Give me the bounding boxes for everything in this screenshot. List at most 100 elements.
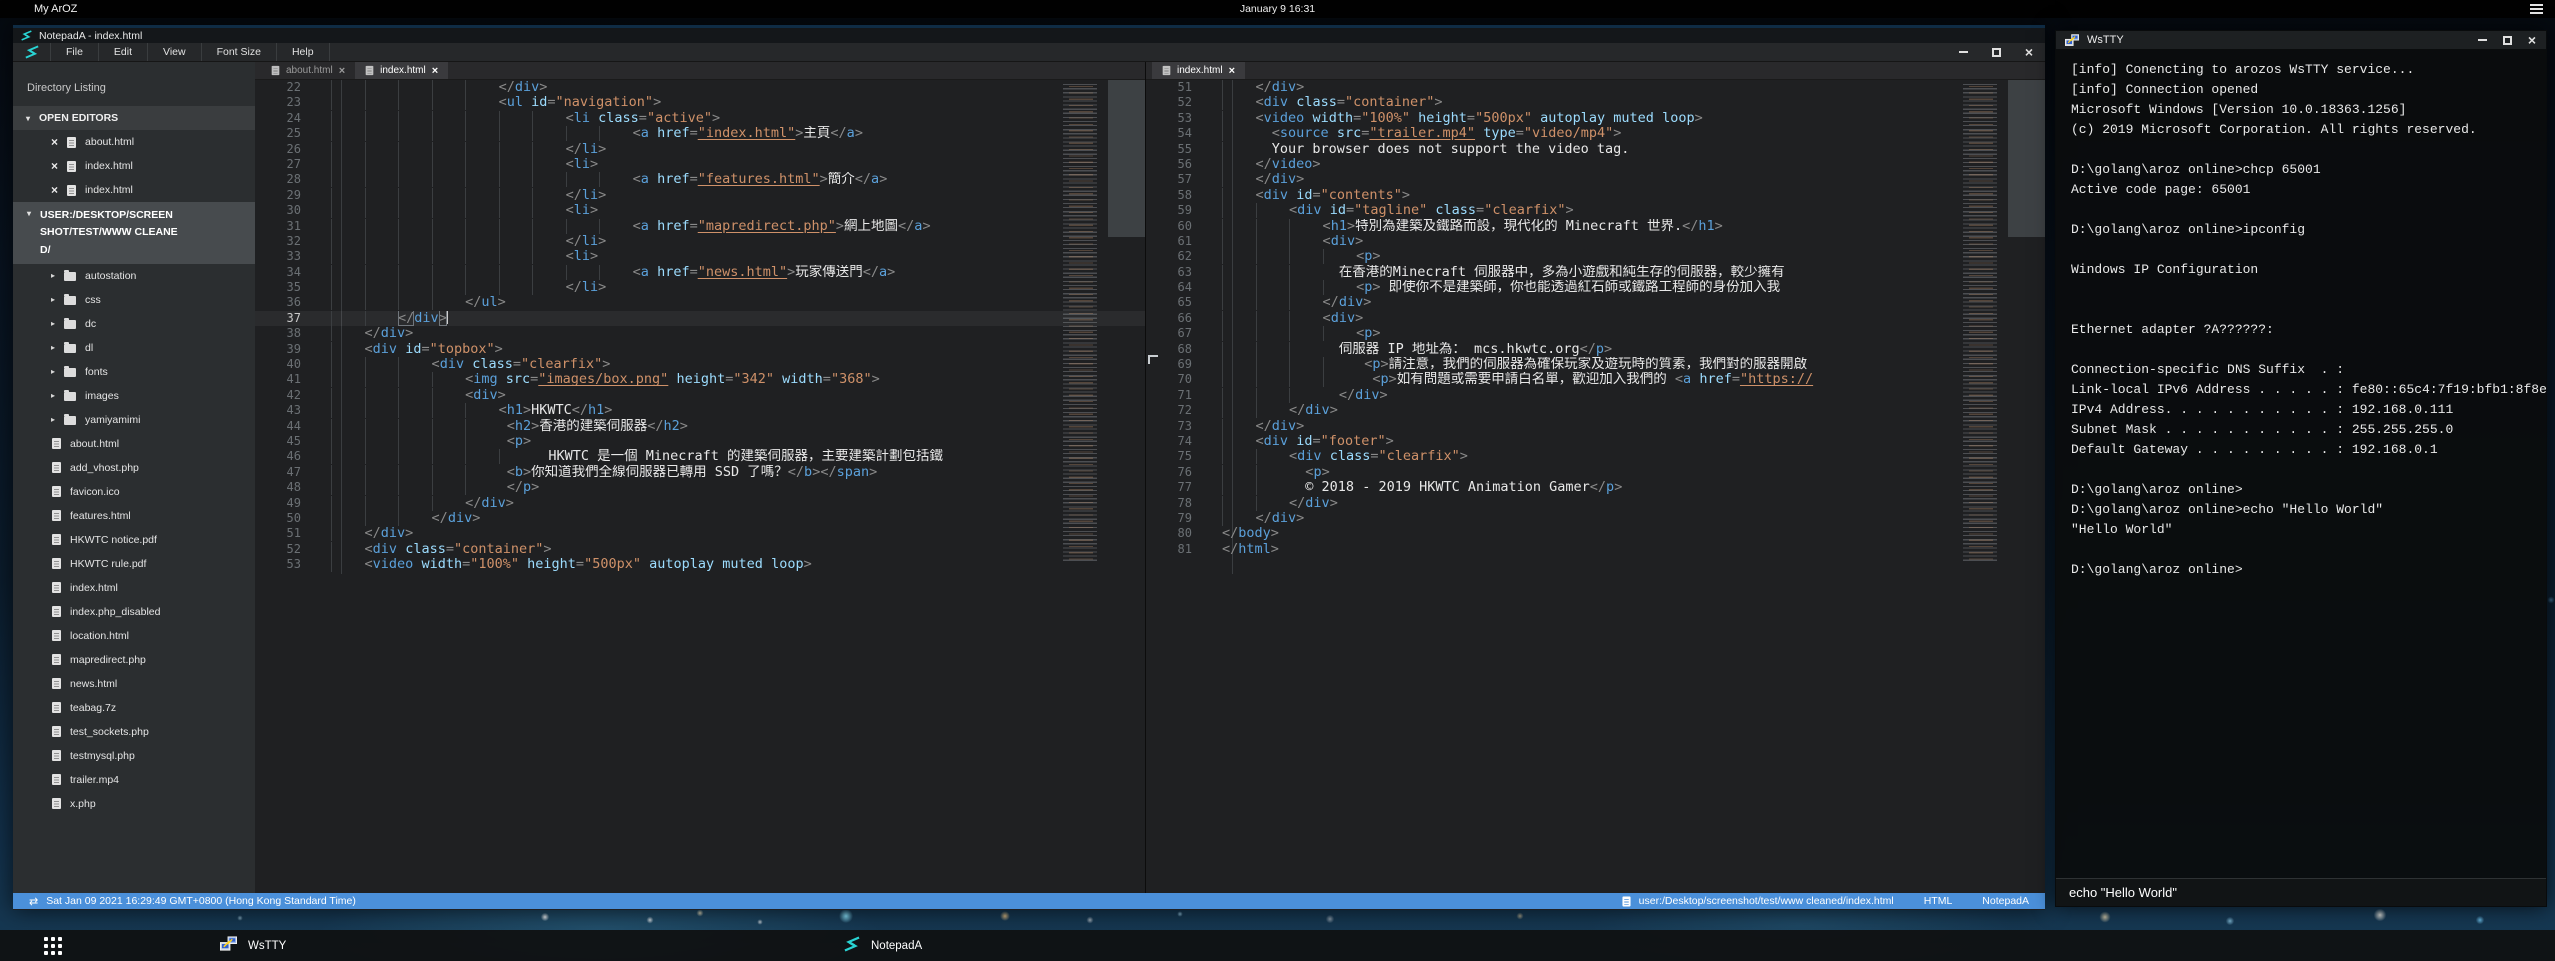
code-line[interactable]: 68 伺服器 IP 地址為： mcs.hkwtc.org</p> [1146, 342, 2045, 357]
menu-font-size[interactable]: Font Size [202, 43, 277, 61]
tab-index.html[interactable]: index.html× [1152, 62, 1245, 79]
close-file-icon[interactable]: × [51, 184, 58, 196]
taskbar-item-wstty[interactable]: WsTTY [206, 930, 300, 961]
notepada-logo-icon[interactable] [13, 43, 51, 61]
maximize-icon[interactable] [1992, 48, 2001, 57]
terminal-output[interactable]: [info] Conencting to arozos WsTTY servic… [2056, 49, 2546, 878]
file-item[interactable]: test_sockets.php [13, 720, 255, 744]
code-line[interactable]: 35 </li> [255, 280, 1145, 295]
folder-item[interactable]: ▸autostation [13, 264, 255, 288]
code-area-right[interactable]: 51 </div>52 <div class="container">53 <v… [1146, 80, 2045, 893]
code-line[interactable]: 51 </div> [1146, 80, 2045, 95]
status-language-mode[interactable]: HTML [1924, 895, 1953, 907]
code-line[interactable]: 61 <div> [1146, 234, 2045, 249]
code-line[interactable]: 43 <h1>HKWTC</h1> [255, 403, 1145, 418]
code-line[interactable]: 52 <div class="container"> [1146, 95, 2045, 110]
minimize-icon[interactable] [1959, 51, 1968, 53]
status-file-path[interactable]: user:/Desktop/screenshot/test/www cleane… [1639, 895, 1894, 907]
close-icon[interactable]: × [2528, 33, 2536, 47]
code-line[interactable]: 64 <p> 即使你不是建築師，你也能透過紅石師或鐵路工程師的身份加入我 [1146, 280, 2045, 295]
tab-about.html[interactable]: about.html× [261, 62, 355, 79]
code-line[interactable]: 53 <video width="100%" height="500px" au… [1146, 111, 2045, 126]
code-line[interactable]: 46 HKWTC 是一個 Minecraft 的建築伺服器，主要建築計劃包括鐵 [255, 449, 1145, 464]
code-line[interactable]: 49 </div> [255, 496, 1145, 511]
code-line[interactable]: 22 </div> [255, 80, 1145, 95]
code-line[interactable]: 33 <li> [255, 249, 1145, 264]
code-line[interactable]: 45 <p> [255, 434, 1145, 449]
file-item[interactable]: HKWTC notice.pdf [13, 528, 255, 552]
code-line[interactable]: 30 <li> [255, 203, 1145, 218]
code-line[interactable]: 57 </div> [1146, 172, 2045, 187]
code-line[interactable]: 39 <div id="topbox"> [255, 342, 1145, 357]
open-editor-item[interactable]: ×index.html [13, 178, 255, 202]
code-line[interactable]: 78 </div> [1146, 496, 2045, 511]
open-editor-item[interactable]: ×about.html [13, 130, 255, 154]
open-editors-header[interactable]: ▾ OPEN EDITORS [13, 106, 255, 130]
file-item[interactable]: mapredirect.php [13, 648, 255, 672]
file-item[interactable]: teabag.7z [13, 696, 255, 720]
file-item[interactable]: HKWTC rule.pdf [13, 552, 255, 576]
code-line[interactable]: 48 </p> [255, 480, 1145, 495]
code-line[interactable]: 34 <a href="news.html">玩家傳送門</a> [255, 265, 1145, 280]
code-line[interactable]: 47 <b>你知道我們全線伺服器已轉用 SSD 了嗎？</b></span> [255, 465, 1145, 480]
tab-index.html[interactable]: index.html× [355, 62, 448, 79]
notepada-title-bar[interactable]: NotepadA - index.html [13, 28, 2045, 43]
folder-item[interactable]: ▸images [13, 384, 255, 408]
code-line[interactable]: 29 </li> [255, 188, 1145, 203]
folder-item[interactable]: ▸dl [13, 336, 255, 360]
close-icon[interactable]: × [2025, 45, 2033, 59]
close-tab-icon[interactable]: × [1229, 65, 1235, 77]
code-line[interactable]: 70 <p>如有問題或需要申請白名單，歡迎加入我們的 <a href="http… [1146, 372, 2045, 387]
code-area-left[interactable]: 22 </div>23 <ul id="navigation">24 <li c… [255, 80, 1145, 893]
code-line[interactable]: 56 </video> [1146, 157, 2045, 172]
code-line[interactable]: 54 <source src="trailer.mp4" type="video… [1146, 126, 2045, 141]
menu-view[interactable]: View [148, 43, 202, 61]
code-line[interactable]: 36 </ul> [255, 295, 1145, 310]
code-line[interactable]: 59 <div id="tagline" class="clearfix"> [1146, 203, 2045, 218]
code-line[interactable]: 81</html> [1146, 542, 2045, 557]
file-item[interactable]: add_vhost.php [13, 456, 255, 480]
open-editor-item[interactable]: ×index.html [13, 154, 255, 178]
code-line[interactable]: 71 </div> [1146, 388, 2045, 403]
code-line[interactable]: 38 </div> [255, 326, 1145, 341]
code-line[interactable]: 51 </div> [255, 526, 1145, 541]
folder-item[interactable]: ▸fonts [13, 360, 255, 384]
folder-item[interactable]: ▸yamiyamimi [13, 408, 255, 432]
code-line[interactable]: 41 <img src="images/box.png" height="342… [255, 372, 1145, 387]
file-item[interactable]: news.html [13, 672, 255, 696]
code-line[interactable]: 23 <ul id="navigation"> [255, 95, 1145, 110]
scrollbar-thumb[interactable] [2008, 80, 2045, 237]
file-item[interactable]: location.html [13, 624, 255, 648]
taskbar-item-notepada[interactable]: NotepadA [830, 930, 936, 961]
code-line[interactable]: 63 在香港的Minecraft 伺服器中，多為小遊戲和純生存的伺服器，較少擁有 [1146, 265, 2045, 280]
file-item[interactable]: about.html [13, 432, 255, 456]
code-line[interactable]: 32 </li> [255, 234, 1145, 249]
code-line[interactable]: 37 </div> [255, 311, 1145, 326]
code-line[interactable]: 67 <p> [1146, 326, 2045, 341]
code-line[interactable]: 28 <a href="features.html">簡介</a> [255, 172, 1145, 187]
folder-item[interactable]: ▸css [13, 288, 255, 312]
code-line[interactable]: 66 <div> [1146, 311, 2045, 326]
code-line[interactable]: 24 <li class="active"> [255, 111, 1145, 126]
close-file-icon[interactable]: × [51, 136, 58, 148]
code-line[interactable]: 77 © 2018 - 2019 HKWTC Animation Gamer</… [1146, 480, 2045, 495]
code-line[interactable]: 60 <h1>特別為建築及鐵路而設，現代化的 Minecraft 世界.</h1… [1146, 219, 2045, 234]
code-line[interactable]: 76 <p> [1146, 465, 2045, 480]
code-line[interactable]: 26 </li> [255, 142, 1145, 157]
code-line[interactable]: 79 </div> [1146, 511, 2045, 526]
file-item[interactable]: index.php_disabled [13, 600, 255, 624]
terminal-input[interactable]: echo "Hello World" [2056, 878, 2546, 906]
code-line[interactable]: 72 </div> [1146, 403, 2045, 418]
close-file-icon[interactable]: × [51, 160, 58, 172]
file-item[interactable]: trailer.mp4 [13, 768, 255, 792]
code-line[interactable]: 42 <div> [255, 388, 1145, 403]
minimize-icon[interactable] [2478, 39, 2487, 41]
scrollbar-thumb[interactable] [1108, 80, 1145, 237]
file-item[interactable]: features.html [13, 504, 255, 528]
workspace-header[interactable]: ▾ USER:/DESKTOP/SCREENSHOT/TEST/WWW CLEA… [13, 202, 255, 264]
menu-edit[interactable]: Edit [99, 43, 148, 61]
code-line[interactable]: 44 <h2>香港的建築伺服器</h2> [255, 419, 1145, 434]
file-item[interactable]: index.html [13, 576, 255, 600]
code-line[interactable]: 50 </div> [255, 511, 1145, 526]
hamburger-menu-icon[interactable] [2530, 4, 2543, 14]
